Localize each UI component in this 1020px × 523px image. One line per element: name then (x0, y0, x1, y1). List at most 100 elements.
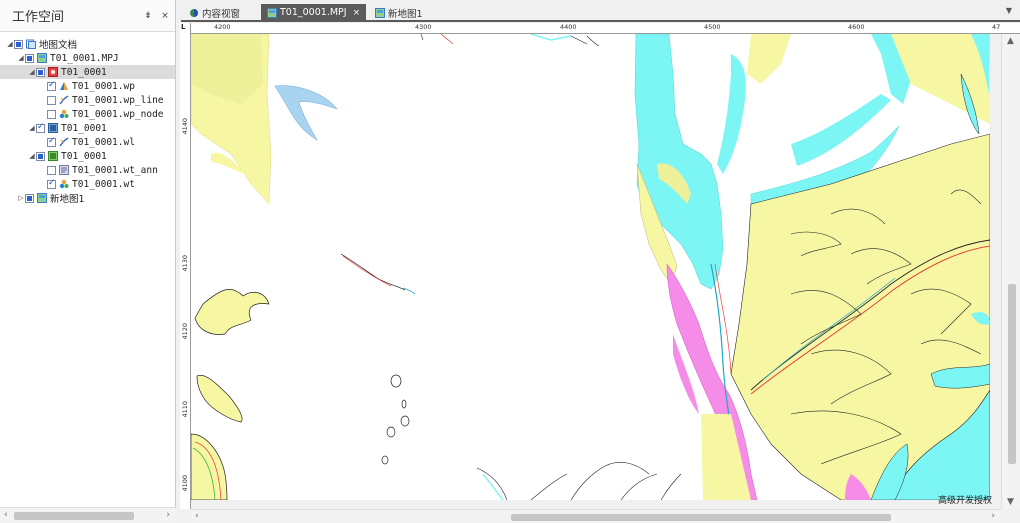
map-polygon (274, 85, 338, 141)
tree-item-label: T01_0001.wt (72, 178, 135, 190)
line-layer-group-icon (48, 123, 58, 133)
scroll-thumb[interactable] (511, 514, 891, 521)
scroll-thumb[interactable] (1008, 284, 1016, 464)
map-horizontal-scrollbar[interactable]: ‹ › (191, 509, 1001, 523)
layer-visibility-checkbox[interactable] (47, 95, 56, 105)
map-line (530, 473, 568, 500)
layer-visibility-checkbox[interactable] (36, 151, 45, 161)
map-line (420, 34, 424, 41)
tree-item[interactable]: ◢ T01_0001 (0, 121, 175, 135)
expand-toggle-icon[interactable]: ◢ (28, 152, 36, 160)
scroll-down-icon[interactable]: ▼ (1007, 497, 1014, 507)
tree-item[interactable]: ◢ T01_0001.MPJ (0, 51, 175, 65)
map-polygon (196, 374, 243, 423)
scroll-right-icon[interactable]: › (166, 510, 170, 520)
map-project-icon (267, 7, 277, 18)
layer-visibility-checkbox[interactable] (47, 80, 56, 91)
tree-item-label: T01_0001.MPJ (50, 52, 119, 64)
map-document-icon (26, 39, 36, 49)
layer-visibility-checkbox[interactable] (47, 165, 56, 175)
layer-visibility-checkbox[interactable] (36, 122, 45, 133)
tree-item-label: 地图文档 (39, 40, 78, 51)
tab-label: 新地图1 (388, 8, 423, 20)
map-view: 4200 4300 4400 4500 4600 47 L 4140 4130 … (180, 23, 1020, 523)
tree-item[interactable]: T01_0001.wt_ann (0, 163, 175, 177)
layer-visibility-checkbox[interactable] (47, 136, 56, 147)
map-line (586, 35, 600, 47)
map-line (620, 473, 658, 500)
workspace-horizontal-scrollbar[interactable]: ‹ › (0, 507, 176, 523)
layer-visibility-checkbox[interactable] (47, 178, 56, 189)
map-line (440, 34, 454, 45)
scroll-up-icon[interactable]: ▲ (1007, 36, 1014, 46)
expand-toggle-icon[interactable]: ◢ (28, 68, 36, 76)
scroll-left-icon[interactable]: ‹ (195, 511, 199, 521)
workspace-header: 工作空间 ⇟ × (0, 0, 175, 32)
ruler-label: 4140 (181, 118, 189, 135)
tree-item[interactable]: T01_0001.wp (0, 79, 175, 93)
map-canvas[interactable] (191, 34, 990, 500)
tree-item[interactable]: T01_0001.wl (0, 135, 175, 149)
tree-item-label: T01_0001.wl (72, 136, 135, 148)
map-project-icon (37, 53, 47, 63)
annotation-layer-icon (59, 165, 69, 175)
tree-item[interactable]: ◢ T01_0001 (0, 149, 175, 163)
map-polygon (194, 288, 270, 335)
app-window: 工作空间 ⇟ × ◢ 地图文档 ◢ T01_0001.MPJ ◢ T01_0001 T01_… (0, 0, 1020, 523)
ruler-label: 4300 (415, 23, 432, 31)
ruler-label: 4130 (181, 255, 189, 272)
map-line (660, 473, 682, 500)
ruler-label: 4120 (181, 323, 189, 340)
polygon-layer-icon (60, 82, 68, 90)
tree-item[interactable]: ◢ 地图文档 (0, 37, 175, 51)
document-tab-bar: 内容视窗 T01_0001.MPJ × 新地图1 ▼ (181, 3, 1020, 22)
line-layer-icon (59, 137, 69, 147)
layer-visibility-checkbox[interactable] (14, 39, 23, 49)
tree-item[interactable]: T01_0001.wp_node (0, 107, 175, 121)
map-line (570, 35, 588, 45)
geologic-map[interactable] (191, 34, 990, 500)
layer-visibility-checkbox[interactable] (47, 109, 56, 119)
map-line (570, 462, 650, 500)
scroll-thumb[interactable] (14, 512, 134, 520)
tree-item[interactable]: ▷ 新地图1 (0, 191, 175, 205)
tab-t01-mpj[interactable]: T01_0001.MPJ × (261, 4, 367, 21)
expand-toggle-icon[interactable]: ▷ (17, 194, 25, 202)
expand-toggle-icon[interactable]: ◢ (28, 124, 36, 132)
tree-item-label: T01_0001.wt_ann (72, 164, 158, 176)
tab-label: T01_0001.MPJ (280, 7, 347, 18)
point-layer-group-icon (48, 67, 58, 77)
node-layer-icon (59, 179, 69, 189)
ruler-label: 4600 (848, 23, 865, 31)
tab-close-icon[interactable]: × (353, 8, 361, 18)
tree-item[interactable]: T01_0001.wp_line (0, 93, 175, 107)
map-line (402, 287, 416, 295)
license-watermark: 高级开发授权 (937, 496, 992, 506)
scroll-left-icon[interactable]: ‹ (4, 510, 8, 520)
content-view-icon (190, 8, 198, 17)
map-vertical-scrollbar[interactable]: ▲ ▼ (1001, 34, 1020, 509)
expand-toggle-icon[interactable]: ◢ (17, 54, 25, 62)
scroll-right-icon[interactable]: › (991, 511, 995, 521)
top-ruler: 4200 4300 4400 4500 4600 47 (180, 23, 1020, 34)
layer-visibility-checkbox[interactable] (25, 53, 34, 63)
pin-icon[interactable]: ⇟ (141, 11, 155, 21)
tree-item[interactable]: ◢ T01_0001 (0, 65, 175, 79)
ruler-label: 4110 (181, 401, 189, 418)
tab-content-view[interactable]: 内容视窗 (183, 4, 246, 21)
map-polygon (717, 54, 746, 174)
ruler-label: 4400 (560, 23, 577, 31)
map-line (476, 467, 508, 500)
layer-visibility-checkbox[interactable] (25, 193, 34, 203)
tree-item[interactable]: T01_0001.wt (0, 177, 175, 191)
layer-visibility-checkbox[interactable] (36, 67, 45, 77)
map-polygon (747, 34, 791, 84)
map-project-icon (37, 193, 47, 203)
map-polygon (634, 34, 724, 290)
expand-toggle-icon[interactable]: ◢ (6, 40, 14, 48)
close-icon[interactable]: × (158, 11, 172, 21)
tab-new-map[interactable]: 新地图1 (369, 4, 429, 21)
tab-menu-icon[interactable]: ▼ (1006, 6, 1012, 15)
line-layer-icon (59, 95, 69, 105)
tree-item-label: T01_0001 (61, 150, 107, 162)
